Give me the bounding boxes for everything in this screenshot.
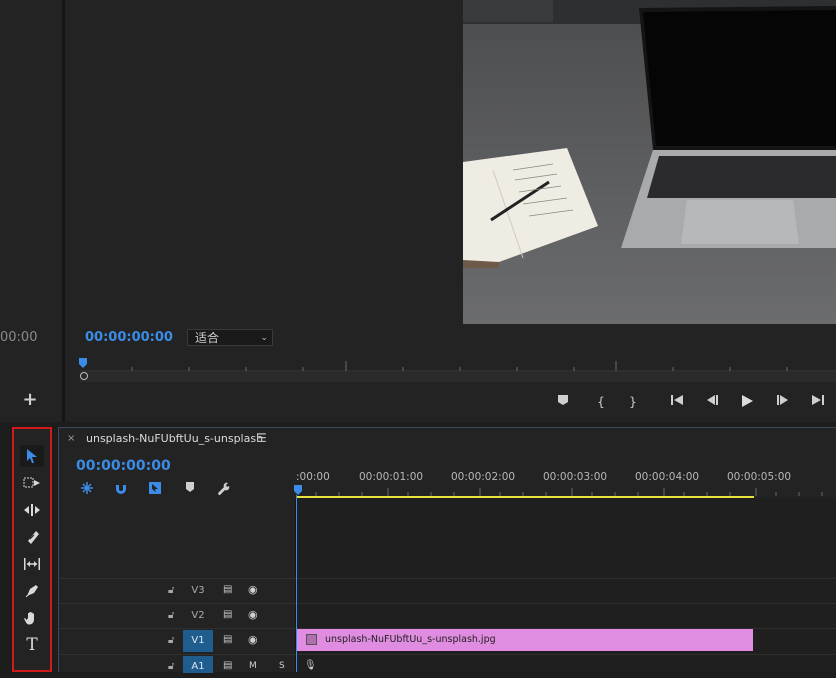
selection-arrow-icon [27, 449, 37, 463]
source-timecode[interactable]: 00:00 [0, 330, 37, 345]
toggle-sync-icon[interactable]: ▤ [223, 584, 232, 595]
ruler-label: 00:00:03:00 [543, 471, 608, 483]
marker-icon [186, 482, 194, 492]
ruler-label: :00:00 [296, 471, 330, 483]
insert-overwrite-icon [81, 482, 93, 494]
eye-icon[interactable]: ◉ [248, 633, 258, 646]
track-label-v2[interactable]: V2 [183, 605, 213, 627]
chevron-down-icon: ⌄ [260, 333, 268, 343]
step-back-button[interactable] [703, 394, 721, 410]
lock-icon[interactable]: 🔓︎ [168, 585, 174, 596]
sequence-tab-title[interactable]: unsplash-NuFUbftUu_s-unsplash [86, 432, 263, 445]
program-time-ruler[interactable] [80, 358, 836, 372]
go-to-in-button[interactable] [668, 394, 688, 410]
zoom-level-value: 适合 [195, 331, 220, 345]
track-row-v3: 🔓︎ V3 ▤ ◉ [59, 578, 836, 603]
track-label-v3[interactable]: V3 [183, 580, 213, 602]
pen-tool[interactable] [20, 580, 44, 602]
ripple-edit-icon [24, 504, 40, 516]
razor-icon [28, 531, 39, 544]
track-row-v2: 🔓︎ V2 ▤ ◉ [59, 603, 836, 628]
step-back-icon [707, 395, 718, 405]
hand-tool[interactable] [20, 607, 44, 629]
hand-icon [24, 612, 34, 625]
panel-menu-icon[interactable]: ☰ [256, 431, 267, 445]
track-label-a1[interactable]: A1 [183, 656, 213, 673]
mark-out-button[interactable]: } [626, 394, 640, 410]
ruler-label: 00:00:01:00 [359, 471, 424, 483]
mark-in-button[interactable]: { [594, 394, 608, 410]
mute-icon[interactable]: M [249, 661, 257, 671]
toggle-sync-icon[interactable]: ▤ [223, 634, 232, 645]
lock-icon[interactable]: 🔓︎ [168, 610, 174, 621]
toggle-sync-icon[interactable]: ▤ [223, 609, 232, 620]
play-icon [742, 395, 753, 407]
program-zoom-scrollbar[interactable] [80, 372, 836, 382]
program-timecode[interactable]: 00:00:00:00 [85, 330, 173, 345]
selection-tool[interactable] [20, 445, 44, 467]
step-forward-icon [777, 395, 788, 405]
track-label-v1[interactable]: V1 [183, 630, 213, 652]
go-to-in-icon [671, 395, 683, 405]
ruler-label: 00:00:04:00 [635, 471, 700, 483]
source-monitor-panel [0, 0, 62, 422]
microphone-icon[interactable]: 🎙︎ [304, 660, 317, 671]
ruler-label: 00:00:05:00 [727, 471, 792, 483]
linked-selection-button[interactable] [146, 481, 164, 497]
slip-tool[interactable] [20, 553, 44, 575]
ruler-label: 00:00:02:00 [451, 471, 516, 483]
laptop-desk-image [463, 0, 836, 324]
clip-name: unsplash-NuFUbftUu_s-unsplash.jpg [325, 634, 496, 645]
type-tool[interactable]: T [20, 634, 44, 656]
video-clip[interactable]: unsplash-NuFUbftUu_s-unsplash.jpg [297, 629, 753, 651]
toggle-sync-icon[interactable]: ▤ [223, 660, 232, 671]
track-row-a1: 🔓︎ A1 ▤ M S 🎙︎ [59, 654, 836, 673]
ripple-edit-tool[interactable] [20, 499, 44, 521]
program-video-frame [463, 0, 836, 324]
type-icon: T [26, 635, 38, 655]
solo-icon[interactable]: S [279, 661, 285, 671]
eye-icon[interactable]: ◉ [248, 583, 258, 596]
track-select-icon [23, 477, 40, 488]
snap-button[interactable] [112, 481, 130, 497]
close-tab-icon[interactable]: × [67, 433, 75, 444]
snap-magnet-icon [116, 485, 126, 494]
add-marker-timeline-button[interactable] [181, 481, 199, 497]
lock-icon[interactable]: 🔓︎ [168, 635, 174, 646]
add-button[interactable]: + [22, 391, 38, 409]
play-button[interactable] [738, 394, 756, 410]
fx-badge-icon [306, 634, 317, 645]
step-forward-button[interactable] [774, 394, 792, 410]
track-select-tool[interactable] [20, 472, 44, 494]
slip-icon [24, 558, 40, 570]
add-marker-button[interactable] [556, 394, 570, 410]
lock-icon[interactable]: 🔓︎ [168, 661, 174, 672]
razor-tool[interactable] [20, 526, 44, 548]
eye-icon[interactable]: ◉ [248, 608, 258, 621]
zoom-level-select[interactable]: 适合 ⌄ [187, 329, 273, 346]
go-to-out-icon [812, 395, 824, 405]
timeline-playhead-line[interactable] [296, 495, 297, 672]
tools-panel: T [12, 427, 52, 672]
timeline-settings-button[interactable] [214, 481, 232, 497]
program-zoom-handle[interactable] [80, 372, 88, 380]
wrench-icon [218, 482, 230, 496]
linked-selection-icon [149, 482, 161, 494]
timeline-timecode[interactable]: 00:00:00:00 [76, 458, 171, 474]
nest-toggle-button[interactable] [78, 481, 96, 497]
pen-icon [25, 585, 38, 598]
go-to-out-button[interactable] [807, 394, 827, 410]
marker-icon [558, 395, 568, 405]
